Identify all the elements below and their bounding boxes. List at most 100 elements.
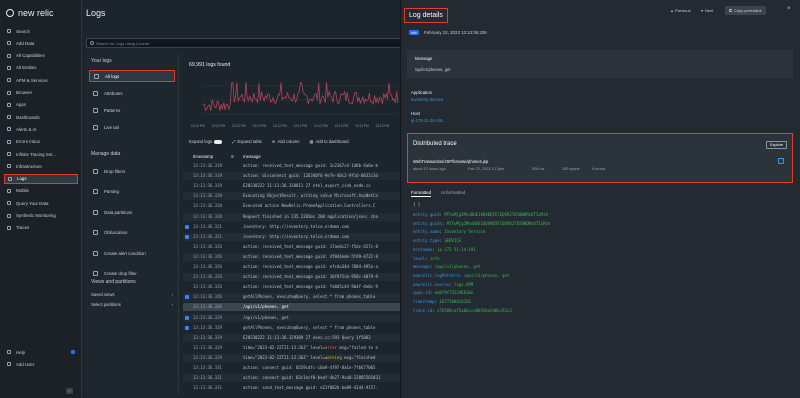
nav-item-add-data[interactable]: Add Data	[4, 38, 78, 48]
explore-button[interactable]: Explore	[766, 141, 787, 149]
message-cell: action: connect guid: 83c1ecf0-beaf-4b27…	[243, 375, 381, 381]
table-row[interactable]: 13:13:36.320 Executing ObjectResult, writ…	[183, 192, 400, 201]
nav-item-label: Traces	[16, 225, 30, 231]
expand-logs-toggle[interactable]: Expand logs	[189, 139, 223, 144]
nav-item-label: Query Your Data	[16, 200, 49, 206]
timestamp-cell: 13:13:36.329	[193, 334, 222, 340]
nav-item-query-your-data[interactable]: Query Your Data	[4, 198, 78, 208]
table-row[interactable]: 13:13:36.331 action: send_text_message gu…	[183, 384, 400, 392]
add-column-button[interactable]: ⊕ Add column	[272, 139, 300, 144]
add-to-dashboard-button[interactable]: ▦ Add to dashboard	[310, 139, 349, 144]
timestamp-cell: 13:13:36.331	[193, 385, 222, 391]
trace-map-icon[interactable]	[778, 158, 784, 164]
nav-item-add-user[interactable]: Add User	[4, 359, 78, 369]
search-input[interactable]: Search for Logs using Lucene	[86, 38, 402, 48]
select-partitions-row[interactable]: Select partitions ›	[91, 302, 173, 307]
sidebar-item-live-tail[interactable]: Live tail	[89, 121, 175, 133]
formatted-json: { } entity.guid: MTYwMjg2MnxBUE18QVBQTEl…	[407, 200, 793, 396]
sidebar-item-create-drop-filter[interactable]: Create drop filter	[89, 268, 175, 280]
table-row[interactable]: 13:13:36.326 action: received_text_messag…	[183, 243, 400, 251]
table-row[interactable]: 13:13:36.329/api/v1/phones, get	[183, 313, 400, 322]
message-label: Message	[415, 56, 433, 61]
sidebar-item-parsing[interactable]: Parsing	[89, 186, 175, 198]
nav-item-help[interactable]: Help	[4, 347, 78, 357]
sort-icon[interactable]: ≡	[231, 152, 234, 161]
nav-item-logs[interactable]: Logs	[4, 173, 78, 184]
message-suffix: msg="failed to e	[336, 344, 378, 350]
select-partitions-label: Select partitions	[91, 302, 121, 307]
table-row[interactable]: 13:13:36.321 inventory: http://inventory.…	[183, 232, 400, 241]
trace-errors: 0 errors	[592, 167, 606, 171]
copy-permalink-button[interactable]: ⧉ Copy permalink	[725, 6, 766, 15]
message-cell: /api/v1/phones, get	[243, 314, 289, 320]
table-row[interactable]: 13:13:36.329 getAllPhones, execute@Query,…	[183, 324, 400, 332]
table-row[interactable]: 13:13:36.326/api/v1/phones, get	[183, 303, 400, 312]
nav-item-search[interactable]: Search	[4, 26, 78, 36]
manage-data-heading: Manage data	[91, 151, 121, 157]
table-row[interactable]: 13:13:36.326 action: received_text_messag…	[183, 252, 400, 261]
table-row[interactable]: 13:13:36.320 Request finished in 235.2282…	[183, 212, 400, 221]
next-button[interactable]: ▾ Next	[701, 8, 713, 13]
expand-table-button[interactable]: ⤢ Expand table	[232, 139, 262, 144]
all-logs-icon	[94, 73, 99, 79]
nav-item-synthetic-monitoring[interactable]: Synthetic Monitoring	[4, 211, 78, 221]
application-link[interactable]: Inventory Service	[411, 97, 443, 102]
column-header-message[interactable]: message	[243, 152, 261, 161]
sidebar-item-all-logs[interactable]: All logs	[89, 70, 175, 82]
nav-item-traces[interactable]: Traces	[4, 223, 78, 233]
nav-item-infinite-tracing-set[interactable]: Infinite Tracing Set...	[4, 149, 78, 159]
table-row[interactable]: 13:13:36.320 Executed action NewRelic.Pro…	[183, 202, 400, 210]
table-row[interactable]: 13:13:36.326 action: received_text_messag…	[183, 283, 400, 291]
table-row[interactable]: 13:13:36.326 action: received_text_messag…	[183, 273, 400, 282]
json-value: MTYwMjg2MnxBUE18QVBQTElDQVRJT058NDMxOTIx…	[444, 212, 548, 217]
message-cell: action: connect guid: 8359cdfc-c0a9-4f97…	[243, 365, 376, 370]
timestamp-cell: 13:13:36.321	[193, 223, 222, 229]
table-row[interactable]: 13:13:36.329 E20230222 21:13:36.329309 27…	[183, 333, 400, 342]
sidebar-item-attributes[interactable]: Attributes	[89, 87, 175, 99]
table-row[interactable]: 13:13:36.319 action: received_text_messag…	[183, 162, 400, 170]
saved-views-row[interactable]: Saved views ›	[91, 292, 173, 297]
timestamp-cell: 13:13:36.326	[193, 264, 222, 269]
table-row[interactable]: 13:13:36.331 action: connect guid: 83c1ec…	[183, 374, 400, 383]
new-relic-logo[interactable]: new relic	[6, 8, 54, 18]
table-row[interactable]: 13:13:36.329 time="2023-02-22T21:13:36Z" …	[183, 353, 400, 362]
toggle-switch[interactable]	[214, 139, 223, 144]
table-row[interactable]: 13:13:36.326 action: received_text_messag…	[183, 263, 400, 271]
table-row[interactable]: 13:13:36.319 action: disconnect guid: 126…	[183, 172, 400, 181]
close-icon[interactable]: ×	[787, 6, 791, 12]
sidebar-item-data-partitions[interactable]: Data partitions	[89, 206, 175, 218]
sidebar-item-drop-filters[interactable]: Drop filters	[89, 165, 175, 177]
table-row[interactable]: 13:13:36.331 action: connect guid: 8359cd…	[183, 364, 400, 372]
table-row[interactable]: 13:13:36.326 getAllPhones, execute@Query,…	[183, 293, 400, 302]
tab-formatted[interactable]: Formatted	[411, 190, 432, 197]
sidebar-item-label: Create alert condition	[104, 250, 146, 256]
table-row[interactable]: 13:13:36.329 time="2023-02-22T21:13:36Z" …	[183, 344, 400, 352]
nav-item-all-capabilities[interactable]: All Capabilities	[4, 51, 78, 61]
nav-item-all-entities[interactable]: All Entities	[4, 63, 78, 73]
trace-name[interactable]: WebTransaction/JSP/browse/phones.jsp	[413, 159, 488, 164]
sidebar-item-create-alert-condition[interactable]: Create alert condition	[89, 247, 175, 259]
timestamp-cell: 13:13:36.331	[193, 365, 222, 370]
host-link[interactable]: ip-172-31-24-191	[411, 118, 443, 123]
table-row[interactable]: 13:13:36.321 inventory: http://inventory.…	[183, 223, 400, 231]
nav-item-apm-services[interactable]: APM & Services	[4, 75, 78, 85]
sidebar-item-obfuscation[interactable]: Obfuscation	[89, 227, 175, 239]
nav-item-alerts-ai[interactable]: Alerts & AI	[4, 124, 78, 134]
nav-item-browser[interactable]: Browser	[4, 88, 78, 98]
message-cell: getAllPhones, execute@Query, select * fr…	[243, 324, 376, 330]
nav-item-infrastructure[interactable]: Infrastructure	[4, 161, 78, 171]
nav-item-dashboards[interactable]: Dashboards	[4, 112, 78, 122]
table-row[interactable]: 13:13:36.319 E20230222 21:13:36.318811 27…	[183, 182, 400, 190]
nav-item-label: Dashboards	[16, 114, 40, 120]
nav-item-errors-inbox[interactable]: Errors Inbox	[4, 137, 78, 147]
json-value: e76508caf5a6bcce86936e2d6bc92c2	[437, 307, 512, 313]
collapse-nav-button[interactable]: »	[66, 388, 73, 394]
nav-item-apps[interactable]: Apps	[4, 100, 78, 110]
nav-item-label: Mobile	[16, 188, 29, 194]
grid-icon	[7, 53, 11, 58]
previous-button[interactable]: ▴ Previous	[671, 8, 691, 13]
nav-item-mobile[interactable]: Mobile	[4, 186, 78, 196]
column-header-timestamp[interactable]: timestamp	[193, 152, 213, 161]
tab-unformatted[interactable]: Unformatted	[441, 190, 465, 197]
sidebar-item-patterns[interactable]: Patterns	[89, 104, 175, 116]
